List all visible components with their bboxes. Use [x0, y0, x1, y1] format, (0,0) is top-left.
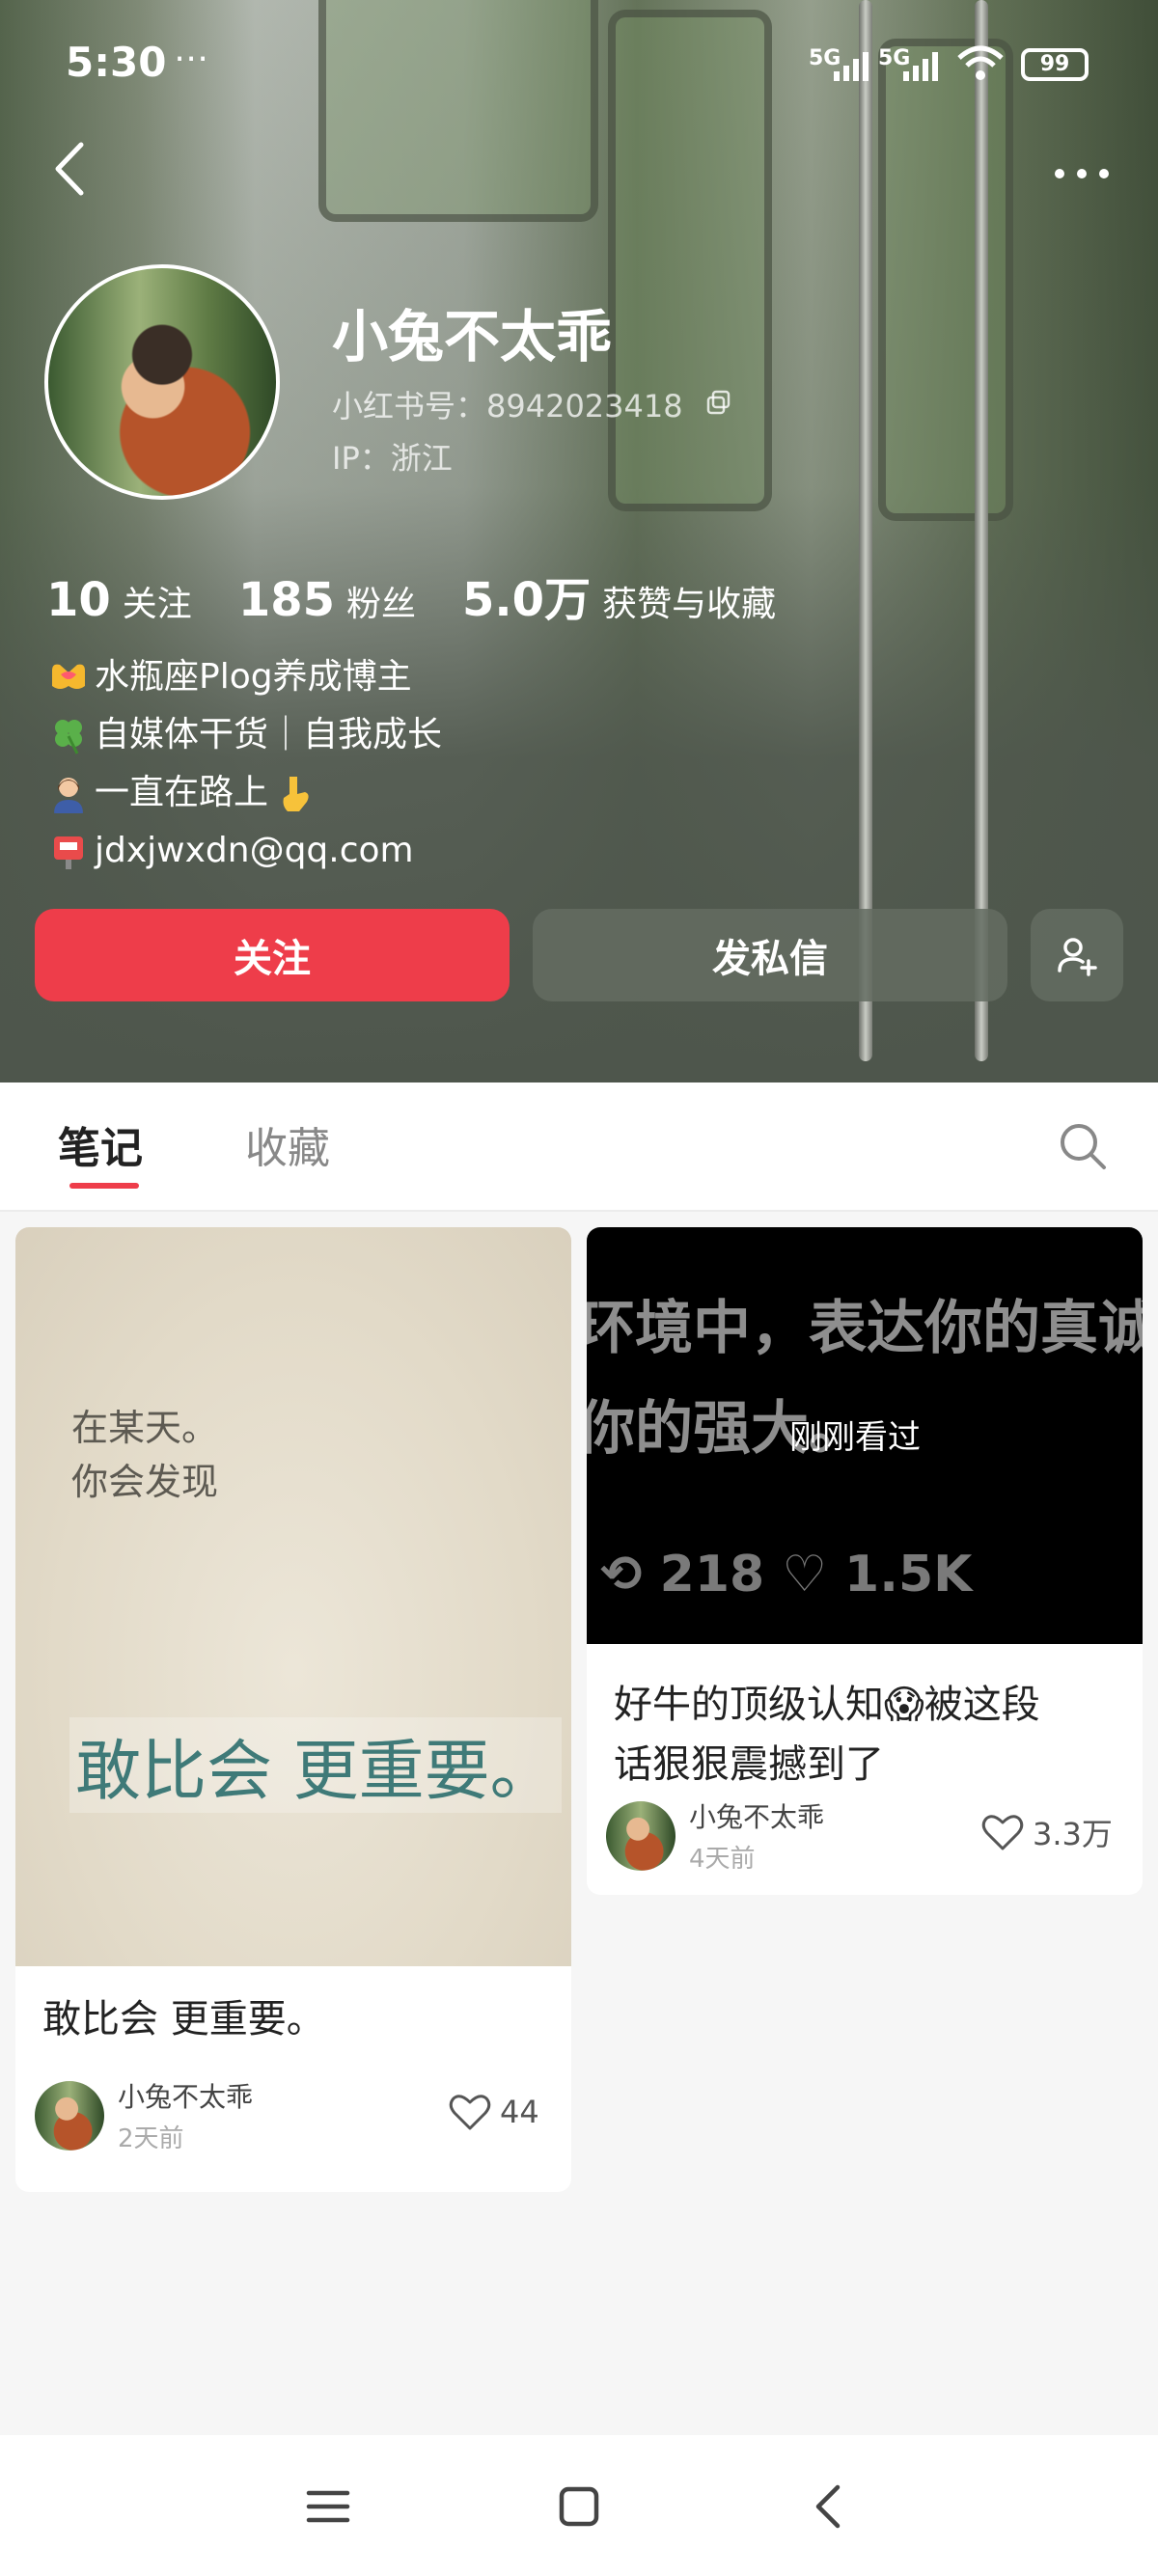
four-leaf-clover-icon — [55, 720, 82, 754]
send-message-button[interactable]: 发私信 — [533, 909, 1007, 1001]
wifi-icon — [957, 45, 1004, 80]
signal-bars-icon — [903, 52, 938, 81]
profile-header: 5:30 ⋯ 5G 5G 99 小兔不太乖 小红书号：8942023418 IP… — [0, 0, 1158, 1082]
heart-icon — [981, 1815, 1024, 1850]
bio-line: jdxjwxdn@qq.com — [48, 822, 442, 880]
following-label[interactable]: 关注 — [123, 576, 192, 626]
profile-stats: 10 关注 185 粉丝 5.0万 获赞与收藏 — [46, 562, 822, 627]
mailbox-icon — [54, 836, 83, 869]
profile-bio: 水瓶座Plog养成博主 自媒体干货｜自我成长 一直在路上 jdxjwxdn@qq… — [48, 648, 442, 880]
cover-text-line: 在某天。 — [71, 1407, 219, 1449]
note-cover-image[interactable]: 环境中，表达你的真诚 你的强大。 ⟲ 218 ♡ 1.5K 刚刚看过 — [587, 1227, 1143, 1644]
note-cover-image[interactable]: 在某天。 你会发现 敢比会 更重要。 — [15, 1227, 571, 1966]
like-button[interactable]: 44 — [448, 2090, 539, 2134]
active-tab-indicator — [69, 1183, 139, 1189]
note-title[interactable]: 好牛的顶级认知😱被这段 话狠狠震撼到了 — [614, 1675, 1040, 1795]
tab-notes[interactable]: 笔记 — [58, 1113, 143, 1175]
battery-indicator: 99 — [1021, 48, 1089, 81]
followers-label[interactable]: 粉丝 — [346, 576, 416, 626]
recently-viewed-label: 刚刚看过 — [789, 1418, 921, 1457]
cover-text-line: 你会发现 — [71, 1461, 219, 1503]
content-tabs: 笔记 收藏 — [0, 1082, 1158, 1212]
bio-text: 自媒体干货｜自我成长 — [95, 715, 443, 754]
train-pole-decor — [975, 0, 988, 1061]
like-count: 3.3万 — [1033, 1816, 1113, 1852]
author-meta: 小兔不太乖 2天前 — [118, 2076, 253, 2154]
profile-nickname: 小兔不太乖 — [332, 304, 613, 370]
woman-office-worker-icon — [54, 778, 83, 813]
signal-bars-icon — [834, 52, 868, 81]
bio-text: 一直在路上 — [95, 773, 269, 812]
bio-line: 自媒体干货｜自我成长 — [48, 706, 442, 764]
following-count[interactable]: 10 — [46, 573, 111, 627]
more-options-icon[interactable] — [1048, 154, 1116, 193]
status-notification-icon: ⋯ — [174, 39, 208, 78]
cover-stats-text: ⟲ 218 ♡ 1.5K — [600, 1546, 973, 1603]
post-time: 4天前 — [689, 1845, 756, 1874]
note-title-line: 好牛的顶级认知😱被这段 — [614, 1683, 1040, 1727]
author-name: 小兔不太乖 — [118, 2081, 254, 2113]
note-author[interactable]: 小兔不太乖 4天前 — [606, 1796, 824, 1875]
heart-icon — [449, 2095, 491, 2130]
likes-collects-count[interactable]: 5.0万 — [462, 562, 591, 629]
bio-text: 水瓶座Plog养成博主 — [95, 657, 412, 697]
like-button[interactable]: 3.3万 — [980, 1810, 1113, 1854]
cover-text-small: 在某天。 你会发现 — [71, 1401, 218, 1509]
add-friend-button[interactable] — [1031, 909, 1123, 1001]
note-title[interactable]: 敢比会 更重要。 — [42, 1989, 325, 2049]
note-card[interactable]: 在某天。 你会发现 敢比会 更重要。 敢比会 更重要。 小兔不太乖 2天前 44 — [15, 1227, 571, 2192]
copy-icon[interactable] — [706, 390, 731, 415]
cover-text-line: 环境中，表达你的真诚 — [587, 1295, 1143, 1362]
heart-hands-icon — [52, 664, 85, 689]
notes-feed: 在某天。 你会发现 敢比会 更重要。 敢比会 更重要。 小兔不太乖 2天前 44… — [0, 1214, 1158, 2435]
cover-text-big: 敢比会 更重要。 — [69, 1717, 562, 1813]
bio-line: 一直在路上 — [48, 764, 442, 822]
author-name: 小兔不太乖 — [689, 1801, 825, 1833]
author-avatar[interactable] — [35, 2080, 104, 2151]
likes-collects-label[interactable]: 获赞与收藏 — [602, 576, 776, 626]
back-arrow-icon[interactable] — [42, 135, 100, 203]
follow-button[interactable]: 关注 — [35, 909, 510, 1001]
search-icon[interactable] — [1056, 1119, 1110, 1173]
pointing-down-icon — [283, 777, 309, 811]
author-avatar[interactable] — [606, 1800, 676, 1871]
note-card[interactable]: 环境中，表达你的真诚 你的强大。 ⟲ 218 ♡ 1.5K 刚刚看过 好牛的顶级… — [587, 1227, 1143, 1895]
profile-red-id: 小红书号：8942023418 — [332, 388, 683, 425]
status-bar: 5:30 ⋯ 5G 5G 99 — [0, 0, 1158, 125]
tab-collections[interactable]: 收藏 — [245, 1113, 330, 1175]
note-author[interactable]: 小兔不太乖 2天前 — [35, 2076, 253, 2154]
home-square-icon[interactable] — [550, 2478, 608, 2535]
add-user-icon — [1058, 938, 1097, 976]
status-time: 5:30 — [66, 39, 167, 86]
back-icon[interactable] — [801, 2478, 859, 2535]
followers-count[interactable]: 185 — [238, 573, 335, 627]
menu-icon[interactable] — [299, 2478, 357, 2535]
bio-line: 水瓶座Plog养成博主 — [48, 648, 442, 706]
author-meta: 小兔不太乖 4天前 — [689, 1796, 824, 1875]
profile-avatar[interactable] — [44, 264, 280, 500]
bio-text: jdxjwxdn@qq.com — [95, 831, 414, 870]
like-count: 44 — [500, 2094, 539, 2130]
profile-ip-location: IP：浙江 — [332, 440, 453, 477]
post-time: 2天前 — [118, 2124, 184, 2153]
note-title-line: 话狠狠震撼到了 — [614, 1742, 884, 1787]
train-pole-decor — [859, 0, 872, 1061]
system-navigation-bar — [0, 2435, 1158, 2576]
